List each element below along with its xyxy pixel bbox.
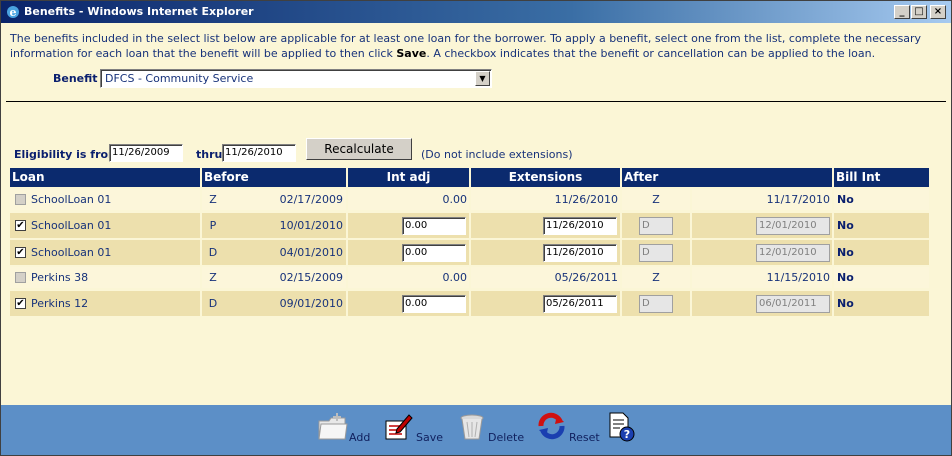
benefit-select[interactable]: DFCS - Community Service ▼ (100, 69, 492, 88)
svg-text:?: ? (624, 428, 630, 441)
save-button[interactable]: Save (383, 409, 445, 449)
loan-name: Perkins 38 (31, 270, 89, 284)
benefit-label: Benefit (53, 72, 98, 85)
column-header-before: Before (202, 168, 346, 187)
internet-explorer-icon: e (7, 6, 19, 19)
extension-date-value: 11/26/2010 (554, 192, 618, 206)
svg-text:e: e (10, 6, 17, 19)
save-keyword: Save (396, 47, 427, 60)
dropdown-arrow-icon[interactable]: ▼ (475, 71, 490, 86)
interest-adjustment-input[interactable]: 0.00 (402, 294, 466, 313)
loan-name: SchoolLoan 01 (31, 192, 112, 206)
bill-interest-value: No (837, 218, 854, 232)
add-button[interactable]: Add (317, 409, 373, 449)
after-status-code: Z (652, 192, 660, 206)
reset-arrows-icon (538, 412, 565, 440)
before-status-code: Z (209, 192, 217, 206)
eligibility-from-input[interactable]: 11/26/2009 (109, 144, 183, 162)
after-status-code-input: D (639, 243, 673, 262)
after-date-input: 06/01/2011 (756, 294, 830, 313)
extension-date-input[interactable]: 05/26/2011 (543, 294, 617, 313)
reset-label: Reset (569, 431, 600, 444)
section-divider (6, 101, 946, 102)
reset-button[interactable]: Reset (536, 409, 606, 449)
column-header-after: After (622, 168, 832, 187)
after-status-code-input: D (639, 216, 673, 235)
after-date: 11/17/2010 (766, 192, 830, 206)
delete-button[interactable]: Delete (458, 409, 528, 449)
extension-date-value: 05/26/2011 (554, 270, 618, 284)
loan-row-checkbox[interactable]: ✔ (15, 297, 26, 309)
before-status-code: D (208, 296, 218, 310)
after-date-input: 12/01/2010 (756, 216, 830, 235)
bill-interest-value: No (837, 245, 854, 259)
loan-row-checkbox (15, 271, 26, 283)
bill-interest-value: No (837, 192, 854, 206)
close-button[interactable]: × (930, 5, 946, 19)
help-document-icon: ? (609, 412, 635, 442)
title-bar: e Benefits - Windows Internet Explorer _… (1, 1, 951, 23)
interest-adjustment-input[interactable]: 0.00 (402, 216, 466, 235)
action-toolbar: Add Save Delete Reset ? (1, 405, 951, 455)
column-header-extensions: Extensions (471, 168, 620, 187)
loan-name: SchoolLoan 01 (31, 245, 112, 259)
after-status-code: Z (652, 270, 660, 284)
save-pencil-icon (385, 414, 413, 440)
extensions-note: (Do not include extensions) (421, 148, 573, 161)
eligibility-thru-label: thru (196, 148, 223, 161)
loan-name: Perkins 12 (31, 296, 89, 310)
loan-row-checkbox[interactable]: ✔ (15, 219, 26, 231)
before-date: 10/01/2010 (279, 218, 343, 232)
after-date: 11/15/2010 (766, 270, 830, 284)
maximize-button[interactable]: □ (911, 5, 927, 19)
instructions-text: The benefits included in the select list… (10, 32, 922, 60)
add-label: Add (349, 431, 371, 444)
benefit-selected-value: DFCS - Community Service (105, 72, 254, 85)
before-date: 02/15/2009 (279, 270, 343, 284)
delete-label: Delete (488, 431, 525, 444)
bill-interest-value: No (837, 296, 854, 310)
loan-name: SchoolLoan 01 (31, 218, 112, 232)
bill-interest-value: No (837, 270, 854, 284)
before-date: 04/01/2010 (279, 245, 343, 259)
browser-window: e Benefits - Windows Internet Explorer _… (0, 0, 952, 456)
column-header-int-adj: Int adj (348, 168, 469, 187)
interest-adjustment-value: 0.00 (442, 270, 468, 284)
eligibility-thru-input[interactable]: 11/26/2010 (222, 144, 296, 162)
after-date-input: 12/01/2010 (756, 243, 830, 262)
after-status-code-input: D (639, 294, 673, 313)
before-date: 02/17/2009 (279, 192, 343, 206)
interest-adjustment-input[interactable]: 0.00 (402, 243, 466, 262)
before-status-code: P (209, 218, 217, 232)
minimize-button[interactable]: _ (894, 5, 910, 19)
folder-add-icon (318, 413, 348, 440)
before-date: 09/01/2010 (279, 296, 343, 310)
column-header-loan: Loan (10, 168, 200, 187)
loan-row-checkbox[interactable]: ✔ (15, 246, 26, 258)
help-button[interactable]: ? (607, 409, 637, 449)
column-header-bill-int: Bill Int (834, 168, 929, 187)
extension-date-input[interactable]: 11/26/2010 (543, 216, 617, 235)
save-label: Save (416, 431, 444, 444)
recalculate-button[interactable]: Recalculate (306, 138, 412, 160)
extension-date-input[interactable]: 11/26/2010 (543, 243, 617, 262)
interest-adjustment-value: 0.00 (442, 192, 468, 206)
window-title: Benefits - Windows Internet Explorer (24, 5, 254, 18)
loan-row-checkbox (15, 193, 26, 205)
trash-can-icon (460, 414, 484, 440)
eligibility-from-label: Eligibility is from (14, 148, 120, 161)
before-status-code: Z (209, 270, 217, 284)
before-status-code: D (208, 245, 218, 259)
